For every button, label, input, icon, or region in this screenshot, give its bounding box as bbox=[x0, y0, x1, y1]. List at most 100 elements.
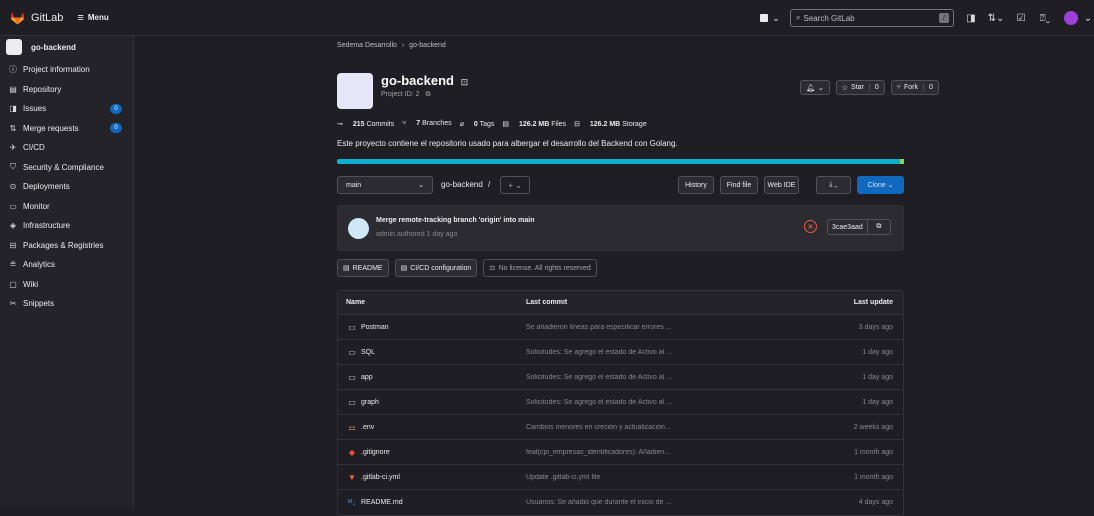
add-to-tree-button[interactable]: + ⌄ bbox=[500, 176, 530, 194]
table-row[interactable]: ⚏ .env Cambios menores en creción y actual… bbox=[338, 415, 903, 440]
tanuki-icon bbox=[10, 12, 25, 25]
file-name-cell: ▭ graph bbox=[338, 398, 526, 407]
star-button[interactable]: ☆ Star 0 bbox=[835, 80, 885, 95]
sidebar-item-security-compliance[interactable]: ⛉ Security & Compliance bbox=[0, 158, 133, 178]
file-name[interactable]: README.md bbox=[361, 499, 403, 506]
sidebar-item-label: Packages & Registries bbox=[23, 240, 104, 250]
avatar-chevron-icon[interactable]: ⌄ bbox=[1082, 13, 1094, 24]
commits-stat[interactable]: ⊸ 215 Commits bbox=[337, 120, 394, 128]
path-root[interactable]: go-backend bbox=[441, 180, 483, 189]
sidebar-project-link[interactable]: go-backend bbox=[0, 36, 133, 58]
table-header: Name Last commit Last update bbox=[338, 291, 903, 315]
folder-icon: ▭ bbox=[348, 347, 356, 357]
last-commit-message[interactable]: Solicitudes: Se agrego el estado de Acti… bbox=[526, 399, 746, 406]
scissors-icon: ✂ bbox=[9, 299, 17, 309]
table-row[interactable]: ▭ Postman Se añadieron líneas para especif… bbox=[338, 315, 903, 340]
sidebar-item-repository[interactable]: ▤ Repository bbox=[0, 80, 133, 100]
user-avatar[interactable] bbox=[1064, 11, 1078, 25]
merge-requests-nav-icon[interactable]: ⇅⌄ bbox=[982, 13, 1010, 24]
last-commit-message[interactable]: Usuarios: Se añadió que durante el inici… bbox=[526, 499, 746, 506]
breadcrumb: Sedema Desarrollo › go-backend bbox=[337, 42, 446, 49]
issues-nav-icon[interactable]: ◨ bbox=[960, 13, 982, 24]
page-title: go-backend bbox=[381, 73, 454, 88]
cicd-config-button[interactable]: ▤ CI/CD configuration bbox=[394, 259, 478, 277]
project-id: Project ID: 2 bbox=[381, 91, 420, 98]
storage-stat[interactable]: ⊟ 126.2 MB Storage bbox=[574, 120, 647, 128]
tags-stat[interactable]: ⌀ 0 Tags bbox=[460, 120, 495, 128]
table-row[interactable]: ▭ graph Solicitudes: Se agrego el estado d… bbox=[338, 390, 903, 415]
file-name-cell: ᴹ↓ README.md bbox=[338, 498, 526, 507]
copy-sha-icon[interactable]: ⧉ bbox=[868, 220, 890, 234]
file-name[interactable]: .env bbox=[361, 424, 374, 431]
table-row[interactable]: ᴹ↓ README.md Usuarios: Se añadió que duran… bbox=[338, 490, 903, 515]
clone-button[interactable]: Clone ⌄ bbox=[857, 176, 904, 194]
help-icon[interactable]: ⍰⌄ bbox=[1032, 13, 1058, 24]
last-commit-message[interactable]: Cambios menores en creción y actualizaci… bbox=[526, 424, 746, 431]
sidebar-item-monitor[interactable]: ▭ Monitor bbox=[0, 197, 133, 217]
file-name[interactable]: SQL bbox=[361, 349, 375, 356]
last-update: 3 days ago bbox=[858, 323, 893, 331]
file-name[interactable]: .gitlab-ci.yml bbox=[361, 474, 400, 481]
table-row[interactable]: ◆ .gitignore feat(cpi_empresas_identificad… bbox=[338, 440, 903, 465]
chevron-down-icon: ⌄ bbox=[817, 84, 824, 92]
commit-message[interactable]: Merge remote-tracking branch 'origin' in… bbox=[376, 217, 535, 224]
star-label: Star bbox=[851, 84, 864, 91]
history-button[interactable]: History bbox=[678, 176, 714, 194]
breadcrumb-project[interactable]: go-backend bbox=[409, 42, 446, 49]
sidebar-item-analytics[interactable]: ≝ Analytics bbox=[0, 255, 133, 275]
branches-stat[interactable]: ⑂ 7 Branches bbox=[402, 120, 452, 128]
gitlab-logo[interactable]: GitLab bbox=[9, 10, 63, 25]
commit-sha-group: 3cae3aad ⧉ bbox=[827, 219, 891, 235]
sidebar-item-deployments[interactable]: ⊙ Deployments bbox=[0, 177, 133, 197]
file-name-cell: ▭ app bbox=[338, 373, 526, 382]
copy-icon[interactable]: ⧉ bbox=[425, 91, 430, 98]
todos-icon[interactable]: ☑ bbox=[1010, 13, 1032, 24]
file-name[interactable]: Postman bbox=[361, 324, 389, 331]
last-update: 1 day ago bbox=[862, 398, 893, 406]
last-commit-message[interactable]: feat(cpi_empresas_identificadores): Añad… bbox=[526, 449, 746, 456]
table-row[interactable]: ▭ app Solicitudes: Se agrego el estado de … bbox=[338, 365, 903, 390]
commit-author-avatar[interactable] bbox=[348, 218, 369, 239]
tags-label: Tags bbox=[479, 121, 495, 128]
last-commit-message[interactable]: Update .gitlab-ci.yml file bbox=[526, 474, 746, 481]
breadcrumb-separator: › bbox=[401, 42, 405, 49]
files-stat[interactable]: ▤ 126.2 MB Files bbox=[502, 120, 566, 128]
file-name[interactable]: .gitignore bbox=[361, 449, 390, 456]
sidebar-item-issues[interactable]: ◨ Issues 0 bbox=[0, 99, 133, 119]
sidebar-item-merge-requests[interactable]: ⇅ Merge requests 0 bbox=[0, 119, 133, 139]
fork-button[interactable]: ⑂ Fork 0 bbox=[890, 80, 939, 95]
search-input[interactable]: ⌕ Search GitLab / bbox=[790, 9, 954, 27]
sidebar-item-snippets[interactable]: ✂ Snippets bbox=[0, 294, 133, 314]
sidebar-item-project-information[interactable]: ⓘ Project information bbox=[0, 60, 133, 80]
last-commit-message[interactable]: Solicitudes: Se agrego el estado de Acti… bbox=[526, 349, 746, 356]
find-file-button[interactable]: Find file bbox=[720, 176, 758, 194]
sidebar-item-packages-registries[interactable]: ⊟ Packages & Registries bbox=[0, 236, 133, 256]
files-size: 126.2 MB bbox=[518, 121, 550, 128]
folder-icon: ▭ bbox=[348, 397, 356, 407]
last-commit-message[interactable]: Se añadieron líneas para especificar err… bbox=[526, 324, 746, 331]
menu-button[interactable]: ≡ Menu bbox=[77, 12, 108, 24]
sidebar-item-wiki[interactable]: ▢ Wiki bbox=[0, 275, 133, 295]
sidebar-item-ci-cd[interactable]: ✈ CI/CD bbox=[0, 138, 133, 158]
file-name[interactable]: graph bbox=[361, 399, 379, 406]
file-name[interactable]: app bbox=[361, 374, 373, 381]
last-commit-message[interactable]: Solicitudes: Se agrego el estado de Acti… bbox=[526, 374, 746, 381]
new-dropdown-button[interactable]: ⌄ bbox=[756, 13, 784, 24]
branches-label: Branches bbox=[422, 120, 452, 127]
project-stats: ⊸ 215 Commits ⑂ 7 Branches ⌀ 0 Tags ▤ 12… bbox=[337, 120, 655, 128]
breadcrumb-group[interactable]: Sedema Desarrollo bbox=[337, 42, 397, 49]
table-row[interactable]: ▭ SQL Solicitudes: Se agrego el estado de … bbox=[338, 340, 903, 365]
notification-button[interactable]: 🔔︎ ⌄ bbox=[800, 80, 830, 95]
pipeline-failed-icon[interactable]: ✕ bbox=[804, 220, 817, 233]
sidebar-item-label: Repository bbox=[23, 84, 62, 94]
branch-selector[interactable]: main ⌄ bbox=[337, 176, 433, 194]
web-ide-button[interactable]: Web IDE bbox=[764, 176, 799, 194]
readme-button[interactable]: ▤ README bbox=[337, 259, 389, 277]
lock-icon: ⊡ bbox=[460, 77, 469, 87]
merge-request-icon: ⇅ bbox=[9, 123, 17, 133]
sidebar-item-infrastructure[interactable]: ◈ Infrastructure bbox=[0, 216, 133, 236]
download-button[interactable]: ⤓ ⌄ bbox=[816, 176, 851, 194]
commit-sha[interactable]: 3cae3aad bbox=[828, 220, 868, 234]
table-row[interactable]: ▼ .gitlab-ci.yml Update .gitlab-ci.yml fil… bbox=[338, 465, 903, 490]
repository-language-bar[interactable] bbox=[337, 159, 904, 164]
